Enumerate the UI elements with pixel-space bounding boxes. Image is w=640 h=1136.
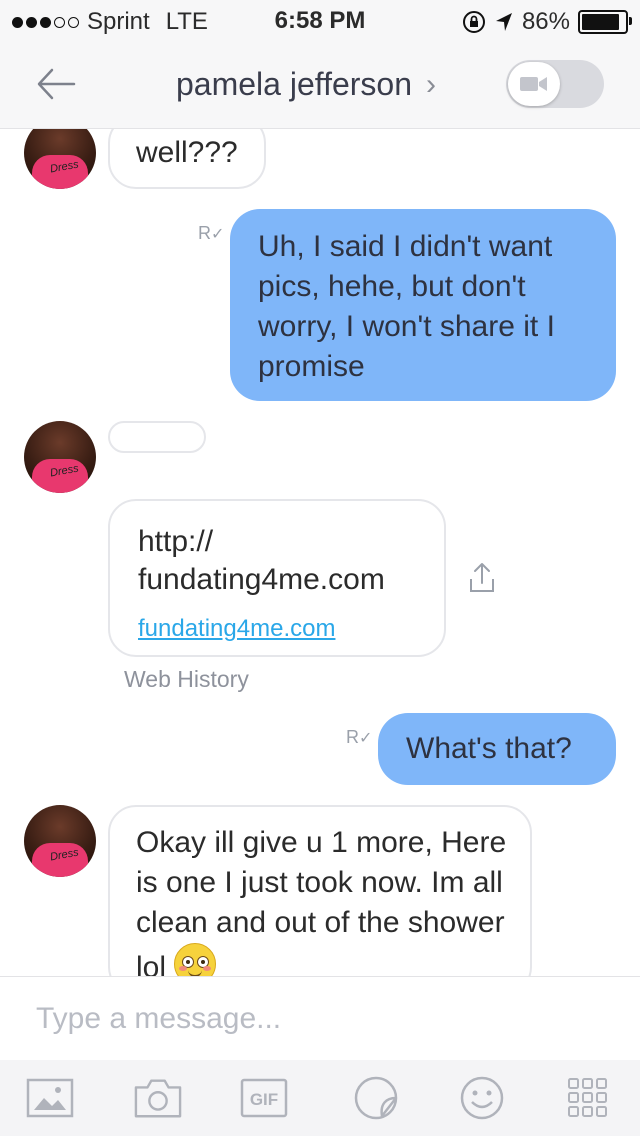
status-right: 86% <box>462 8 632 36</box>
gif-button[interactable]: GIF <box>240 1076 288 1120</box>
attachment-toolbar: GIF <box>0 1060 640 1136</box>
battery-fill <box>582 14 619 30</box>
back-button[interactable] <box>34 64 78 104</box>
camera-icon <box>134 1079 182 1118</box>
battery-icon <box>578 10 632 34</box>
incoming-message[interactable]: well??? <box>108 129 266 189</box>
outgoing-message[interactable]: What's that? <box>378 713 616 785</box>
sticker-icon <box>354 1076 398 1120</box>
incoming-message-empty[interactable] <box>108 421 206 453</box>
orientation-lock-icon <box>462 11 485 33</box>
toggle-knob <box>508 62 560 106</box>
contact-name: pamela jefferson <box>176 66 412 102</box>
read-receipt-icon: R✓ <box>346 727 373 747</box>
status-bar: Sprint LTE 6:58 PM 86% <box>0 0 640 40</box>
back-arrow-icon <box>37 68 76 100</box>
battery-percent: 86% <box>521 8 570 35</box>
more-grid-icon <box>568 1078 607 1117</box>
composer-bar <box>0 976 640 1061</box>
video-call-toggle[interactable] <box>506 60 604 108</box>
gif-icon: GIF <box>240 1078 288 1118</box>
conversation-header: pamela jefferson › <box>0 40 640 129</box>
message-input[interactable] <box>34 995 598 1043</box>
outgoing-message[interactable]: Uh, I said I didn't want pics, hehe, but… <box>230 209 616 401</box>
location-arrow-icon <box>495 13 512 31</box>
message-text: well??? <box>136 136 238 169</box>
message-text: Uh, I said I didn't want pics, hehe, but… <box>258 230 555 383</box>
contact-avatar[interactable] <box>24 129 96 189</box>
emoji-button[interactable] <box>458 1076 506 1120</box>
contact-title[interactable]: pamela jefferson › <box>176 66 436 103</box>
link-preview-card[interactable]: http:// fundating4me.com fundating4me.co… <box>108 499 446 657</box>
contact-avatar[interactable] <box>24 805 96 877</box>
smiley-icon <box>460 1076 504 1120</box>
more-apps-button[interactable] <box>564 1076 612 1120</box>
link-source-caption: Web History <box>124 666 249 692</box>
photo-library-button[interactable] <box>26 1076 74 1120</box>
link-title: http:// fundating4me.com <box>138 525 385 596</box>
image-icon <box>26 1078 74 1118</box>
share-icon <box>470 563 494 592</box>
flushed-face-emoji-icon <box>174 943 217 976</box>
video-camera-icon <box>520 77 547 91</box>
gif-label: GIF <box>250 1090 278 1109</box>
chevron-right-icon: › <box>426 67 436 101</box>
share-button[interactable] <box>466 561 498 595</box>
message-text: What's that? <box>406 732 572 765</box>
link-url[interactable]: fundating4me.com <box>138 609 444 649</box>
message-list[interactable]: well??? R✓ Uh, I said I didn't want pics… <box>0 129 640 976</box>
contact-avatar[interactable] <box>24 421 96 493</box>
incoming-message[interactable]: Okay ill give u 1 more, Here is one I ju… <box>108 805 532 976</box>
sticker-button[interactable] <box>352 1076 400 1120</box>
read-receipt-icon: R✓ <box>198 223 225 243</box>
camera-button[interactable] <box>134 1076 182 1120</box>
